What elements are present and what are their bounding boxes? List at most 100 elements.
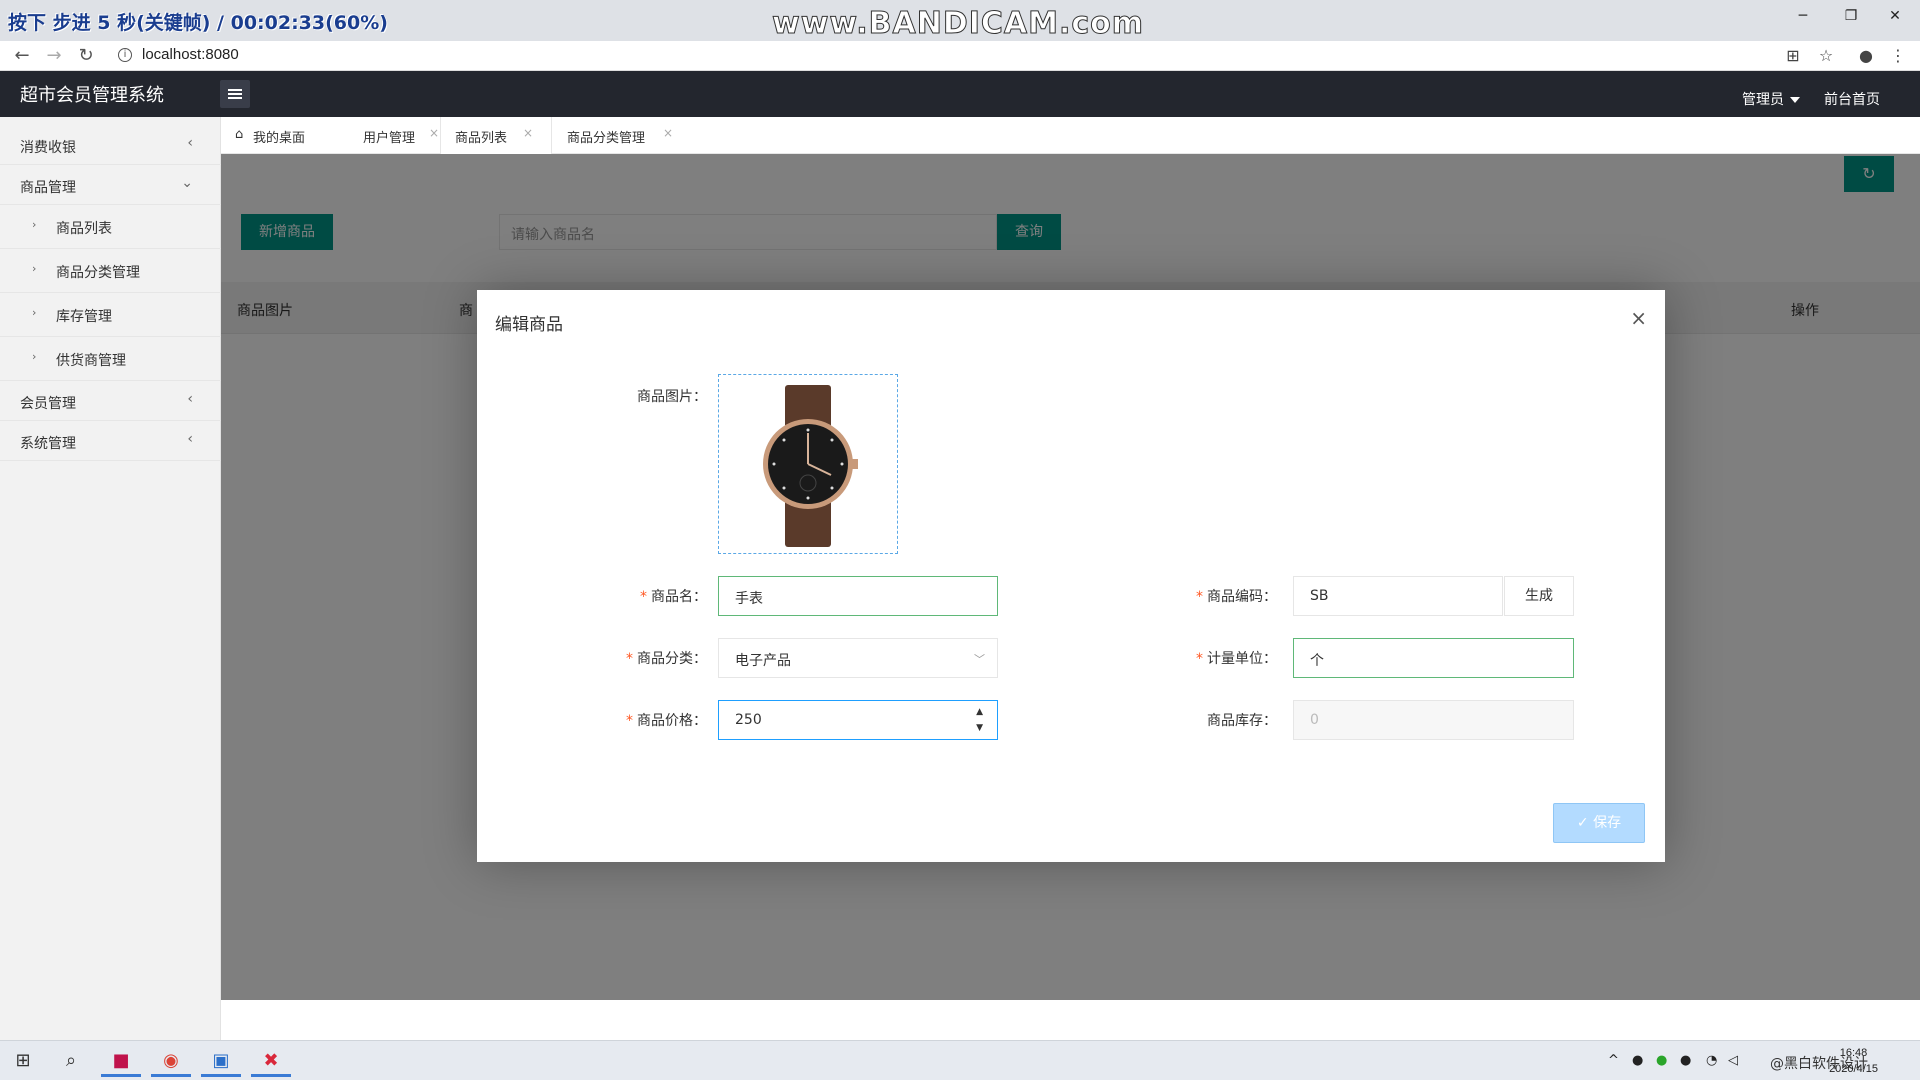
watch-image (763, 385, 858, 547)
category-label: * 商品分类： (626, 651, 707, 667)
unit-label: * 计量单位： (1196, 651, 1277, 667)
tab-label: 用户管理 (363, 131, 416, 146)
save-button[interactable]: ✓ 保存 (1553, 803, 1645, 843)
tab-label: 商品列表 (455, 131, 508, 146)
back-icon[interactable]: ← (10, 45, 34, 67)
sidebar: 消费收银 ‹ 商品管理 ⌄ › 商品列表 › 商品分类管理 › 库存管理 › 供… (0, 117, 221, 1040)
browser-menu-icon[interactable]: ⋮ (1887, 46, 1909, 66)
chevron-right-icon: › (32, 218, 37, 231)
price-input-value: 250 (735, 712, 762, 728)
sidebar-item-cashier[interactable]: 消费收银 ‹ (0, 125, 221, 165)
stock-label: 商品库存： (1207, 713, 1277, 729)
chevron-right-icon: › (32, 262, 37, 275)
chevron-down-icon: ﹀ (974, 653, 985, 666)
chevron-left-icon: ‹ (187, 391, 193, 407)
tab-desktop[interactable]: ⌂ 我的桌面 (233, 117, 333, 154)
generate-code-button[interactable]: 生成 (1504, 576, 1574, 616)
clock-date: 2020/4/15 (1829, 1063, 1878, 1075)
windows-start-icon[interactable]: ⊞ (6, 1047, 40, 1077)
recording-overlay-text: 按下 步进 5 秒(关键帧) / 00:02:33(60%) (8, 12, 388, 34)
stock-input: 0 (1293, 700, 1574, 740)
close-window-button[interactable]: ✕ (1872, 4, 1918, 28)
close-icon[interactable]: × (523, 126, 533, 140)
sidebar-subitem-label: 供货商管理 (56, 353, 126, 369)
user-menu-label: 管理员 (1742, 92, 1784, 108)
tab-label: 商品分类管理 (567, 131, 646, 146)
intellij-icon[interactable]: ■ (101, 1047, 141, 1077)
sidebar-item-members[interactable]: 会员管理 ‹ (0, 381, 221, 421)
name-label: * 商品名： (640, 589, 707, 605)
price-label-text: 商品价格： (637, 713, 707, 729)
product-code-input[interactable]: SB (1293, 576, 1503, 616)
bookmark-star-icon[interactable]: ☆ (1815, 46, 1837, 66)
site-info-icon[interactable]: i (118, 48, 132, 62)
sidebar-subitem-supplier[interactable]: › 供货商管理 (0, 337, 221, 381)
user-menu[interactable]: 管理员 (1742, 89, 1800, 109)
product-image-upload[interactable] (718, 374, 898, 554)
sidebar-subitem-category[interactable]: › 商品分类管理 (0, 249, 221, 293)
url-field[interactable]: localhost:8080 (142, 46, 239, 63)
chevron-left-icon: ‹ (187, 431, 193, 447)
unit-input[interactable]: 个 (1293, 638, 1574, 678)
caret-down-icon (1790, 97, 1800, 103)
tab-users[interactable]: 用户管理 × (341, 117, 441, 154)
code-label: * 商品编码： (1196, 589, 1277, 605)
browser-titlebar: 按下 步进 5 秒(关键帧) / 00:02:33(60%) www.BANDI… (0, 0, 1920, 42)
image-label: 商品图片： (637, 389, 707, 405)
category-select[interactable]: 电子产品 ﹀ (718, 638, 998, 678)
chrome-icon[interactable]: ◉ (151, 1047, 191, 1077)
app-title: 超市会员管理系统 (20, 85, 164, 106)
clock[interactable]: 16:48 2020/4/15 (1829, 1045, 1878, 1077)
mic-icon: ● (1632, 1053, 1644, 1068)
search-icon[interactable]: ⌕ (54, 1047, 88, 1077)
sidebar-item-label: 商品管理 (20, 180, 76, 196)
sidebar-item-label: 会员管理 (20, 396, 76, 412)
address-bar: ← → ↻ i localhost:8080 ⊞ ☆ ● ⋮ (0, 41, 1920, 71)
tab-product-list[interactable]: 商品列表 × (440, 117, 552, 154)
xmind-icon[interactable]: ✖ (251, 1047, 291, 1077)
qq-icon[interactable]: ● (1680, 1053, 1691, 1068)
sidebar-item-products[interactable]: 商品管理 ⌄ (0, 165, 221, 205)
tray-chevron-icon[interactable]: ^ (1608, 1053, 1619, 1068)
tab-label: 我的桌面 (253, 131, 306, 146)
product-name-input[interactable]: 手表 (718, 576, 998, 616)
taskbar: ⊞ ⌕ ■ ◉ ▣ ✖ ^ ● ● ● ◔ ◁ @黑白软件设计 16:48 20… (0, 1040, 1920, 1080)
dialog-title: 编辑商品 (495, 315, 563, 335)
minimize-button[interactable]: ─ (1780, 4, 1826, 28)
network-icon[interactable]: ◔ (1706, 1053, 1717, 1068)
number-spinner-icon[interactable]: ▲ ▼ (976, 704, 983, 736)
category-select-value: 电子产品 (735, 653, 791, 669)
sidebar-subitem-product-list[interactable]: › 商品列表 (0, 205, 221, 249)
price-input[interactable]: 250 ▲ ▼ (718, 700, 998, 740)
sidebar-subitem-label: 商品分类管理 (56, 265, 140, 281)
close-icon[interactable]: × (663, 126, 673, 140)
restore-button[interactable]: ❐ (1828, 4, 1874, 28)
category-label-text: 商品分类： (637, 651, 707, 667)
tab-category[interactable]: 商品分类管理 × (561, 117, 691, 154)
sidebar-subitem-inventory[interactable]: › 库存管理 (0, 293, 221, 337)
edit-product-dialog: 编辑商品 × 商品图片： * 商品名： 手表 * 商品编码： SB 生成 * 商品分类… (477, 290, 1665, 862)
menu-toggle-icon[interactable] (220, 80, 250, 108)
app-window-icon[interactable]: ▣ (201, 1047, 241, 1077)
forward-icon[interactable]: → (42, 45, 66, 67)
sidebar-item-system[interactable]: 系统管理 ‹ (0, 421, 221, 461)
profile-icon[interactable]: ● (1855, 46, 1877, 66)
wechat-icon[interactable]: ● (1656, 1053, 1667, 1068)
chevron-down-icon: ⌄ (181, 175, 193, 191)
sidebar-subitem-label: 库存管理 (56, 309, 112, 325)
sidebar-item-label: 消费收银 (20, 140, 76, 156)
reload-icon[interactable]: ↻ (74, 45, 98, 67)
translate-icon[interactable]: ⊞ (1782, 46, 1804, 66)
close-icon[interactable]: × (1630, 306, 1647, 330)
close-icon[interactable]: × (429, 126, 439, 140)
unit-label-text: 计量单位： (1207, 651, 1277, 667)
code-label-text: 商品编码： (1207, 589, 1277, 605)
tab-bar: ⌂ 我的桌面 用户管理 × 商品列表 × 商品分类管理 × (221, 117, 1920, 154)
home-icon: ⌂ (235, 127, 244, 142)
footer-strip (221, 997, 1920, 1040)
price-label: * 商品价格： (626, 713, 707, 729)
frontend-home-link[interactable]: 前台首页 (1824, 89, 1880, 109)
name-label-text: 商品名： (651, 589, 707, 605)
sidebar-item-label: 系统管理 (20, 436, 76, 452)
volume-icon[interactable]: ◁ (1728, 1053, 1738, 1068)
